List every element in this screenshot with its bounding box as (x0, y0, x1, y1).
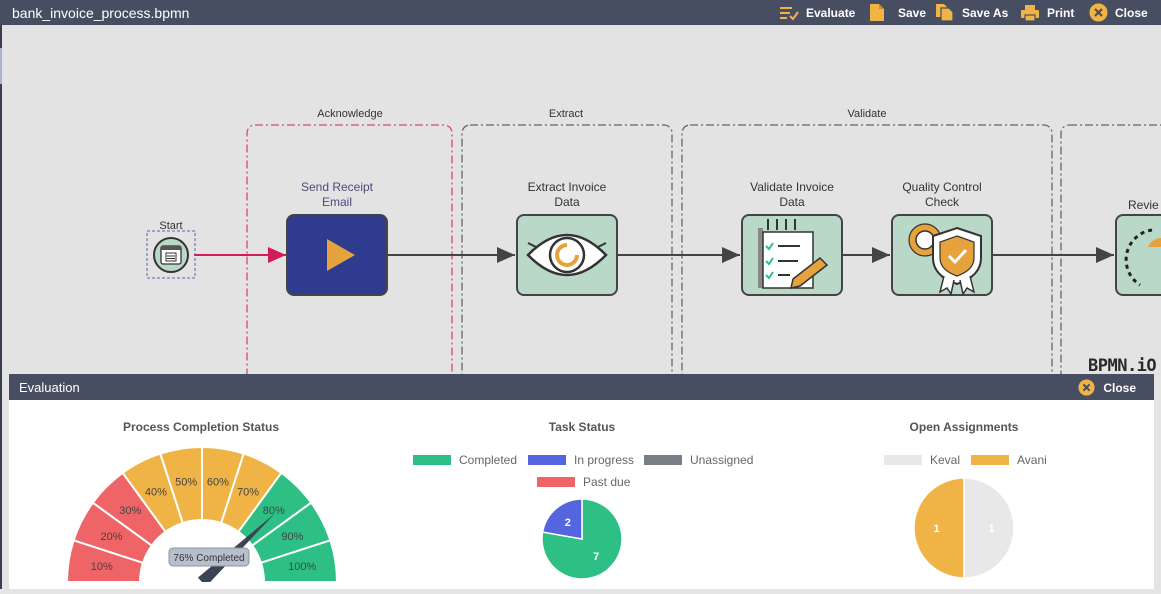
completion-gauge[interactable]: 10% 20% 30% 40% 50% 60% 70% 80% 90% 100% 76% Compl… (57, 442, 347, 582)
file-icon (870, 4, 884, 21)
gauge-segment-label: 40% (145, 487, 167, 499)
bottom-strip (0, 589, 1161, 594)
gauge-segment-label: 20% (101, 531, 123, 543)
task-status-pie[interactable]: 72 (537, 494, 627, 584)
gauge-segment-label: 70% (237, 487, 259, 499)
gauge-segment-label: 100% (288, 561, 316, 573)
lane-label-validate: Validate (847, 108, 887, 120)
task-label-validate-invoice: Validate Invoice Data (750, 180, 834, 209)
print-label: Print (1047, 5, 1075, 20)
copy-file-icon (936, 4, 954, 22)
title-bar: bank_invoice_process.bpmn Evaluate Save … (0, 0, 1161, 25)
lane-label-acknowledge: Acknowledge (317, 108, 383, 120)
evaluation-close-label: Close (1103, 380, 1136, 395)
start-label: Start (159, 220, 183, 232)
gauge-segment-label: 10% (91, 561, 113, 573)
task-validate-invoice[interactable] (741, 214, 843, 296)
pie-label: 1 (988, 523, 994, 535)
legend-avani[interactable]: Avani (971, 453, 1047, 467)
lane-label-extract: Extract (548, 108, 584, 120)
gauge-segment-label: 50% (175, 477, 197, 489)
evaluation-panel: Evaluation Close Process Completion Stat… (9, 374, 1154, 589)
evaluation-title: Evaluation (19, 380, 80, 395)
close-icon (1078, 379, 1095, 396)
close-button[interactable]: Close (1089, 3, 1148, 22)
open-assignments-pie[interactable]: 11 (912, 476, 1016, 580)
legend-swatch-unassigned (644, 455, 682, 465)
evaluation-close-button[interactable]: Close (1078, 379, 1136, 396)
task-extract-invoice[interactable] (516, 214, 618, 296)
diagram-canvas[interactable]: Acknowledge Extract Validate Start Send … (2, 25, 1161, 375)
task-label-extract-invoice: Extract Invoice Data (527, 180, 607, 209)
legend-swatch-past-due (537, 477, 575, 487)
save-button[interactable]: Save (869, 3, 926, 22)
lane-validate[interactable] (681, 124, 1053, 375)
pie-label: 7 (593, 551, 599, 563)
gauge-segment-label: 90% (281, 531, 303, 543)
close-label: Close (1115, 5, 1148, 20)
file-name: bank_invoice_process.bpmn (12, 5, 190, 21)
legend-in-progress[interactable]: In progress (528, 453, 634, 467)
task-status-title: Task Status (548, 420, 616, 434)
save-label: Save (898, 5, 927, 20)
task-label-review: Revie (1128, 198, 1159, 212)
bpmn-io-watermark[interactable]: BPMN.iO (1088, 356, 1157, 375)
pie-slice-in-progress[interactable] (541, 498, 583, 540)
legend-swatch-avani (971, 455, 1009, 465)
gauge-value-badge: 76% Completed (168, 547, 250, 567)
evaluate-label: Evaluate (806, 5, 856, 20)
legend-completed[interactable]: Completed (413, 453, 517, 467)
task-quality-control[interactable] (891, 214, 993, 296)
evaluate-icon (780, 7, 799, 21)
gauge-segment-label: 30% (119, 505, 141, 517)
legend-swatch-in-progress (528, 455, 566, 465)
gauge-value-label: 76% Completed (173, 553, 244, 564)
close-icon (1089, 3, 1108, 22)
save-as-label: Save As (962, 5, 1009, 20)
task-label-send-receipt: Send Receipt Email (300, 180, 374, 209)
task-label-quality-control: Quality Control Check (902, 180, 982, 209)
pie-label: 1 (933, 523, 939, 535)
pie-label: 2 (565, 517, 571, 529)
evaluate-button[interactable]: Evaluate (779, 3, 855, 22)
open-assignments-title: Open Assignments (909, 420, 1019, 434)
print-button[interactable]: Print (1020, 3, 1074, 22)
task-send-receipt[interactable] (286, 214, 388, 296)
legend-unassigned[interactable]: Unassigned (644, 453, 753, 467)
task-review[interactable] (1115, 214, 1161, 296)
legend-past-due[interactable]: Past due (537, 475, 630, 489)
gauge-segment-label: 80% (263, 505, 285, 517)
legend-swatch-completed (413, 455, 451, 465)
completion-title: Process Completion Status (122, 420, 280, 434)
start-event[interactable] (146, 230, 196, 279)
printer-icon (1021, 4, 1039, 22)
legend-swatch-keval (884, 455, 922, 465)
legend-keval[interactable]: Keval (884, 453, 960, 467)
save-as-button[interactable]: Save As (935, 3, 1008, 22)
evaluation-header: Evaluation Close (9, 374, 1154, 400)
gauge-segment-label: 60% (207, 477, 229, 489)
